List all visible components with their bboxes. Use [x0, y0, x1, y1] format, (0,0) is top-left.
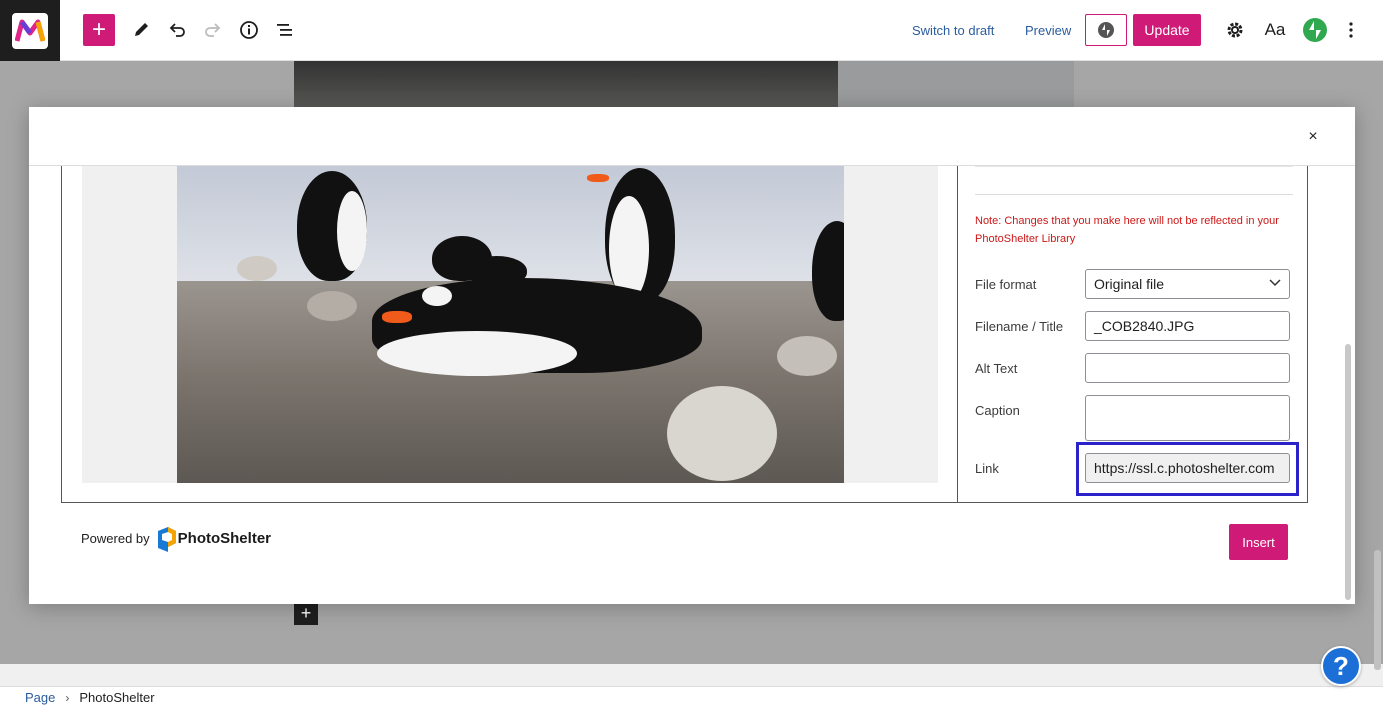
powered-by-text: Powered by: [81, 530, 150, 546]
file-format-value: Original file: [1094, 276, 1165, 292]
preview-button[interactable]: Preview: [1025, 14, 1071, 46]
jetpack-button[interactable]: [1085, 14, 1127, 46]
link-label: Link: [975, 461, 999, 476]
image-preview-pane: [62, 166, 958, 502]
image-preview-background: [82, 166, 938, 483]
modal-scrollbar[interactable]: [1343, 166, 1354, 604]
breadcrumb: Page › PhotoShelter: [0, 686, 1383, 708]
settings-gear-icon[interactable]: [1219, 14, 1251, 46]
file-format-select[interactable]: Original file: [1085, 269, 1290, 299]
modal-header: ×: [29, 107, 1355, 166]
list-view-icon[interactable]: [269, 14, 301, 46]
link-input[interactable]: https://ssl.c.photoshelter.com: [1085, 453, 1290, 483]
library-note: Note: Changes that you make here will no…: [975, 215, 1279, 245]
penguin-photo: [177, 166, 844, 483]
powered-by: Powered by PhotoShelter: [81, 525, 271, 552]
jetpack-green-icon[interactable]: [1299, 14, 1331, 46]
chevron-down-icon: [1269, 278, 1281, 290]
insert-button[interactable]: Insert: [1229, 524, 1288, 560]
photoshelter-modal: × Note: Changes that you make here will …: [29, 107, 1355, 604]
editor-footer-band: [0, 664, 1383, 686]
breadcrumb-photoshelter[interactable]: PhotoShelter: [79, 690, 154, 705]
breadcrumb-separator: ›: [65, 690, 70, 705]
photoshelter-mark-icon: [156, 525, 176, 552]
caption-label: Caption: [975, 403, 1020, 418]
alt-text-input[interactable]: [1085, 353, 1290, 383]
help-button[interactable]: ?: [1321, 646, 1361, 686]
update-button[interactable]: Update: [1133, 14, 1201, 46]
site-logo[interactable]: [0, 0, 60, 61]
m-logo-icon: [12, 12, 48, 49]
filename-label: Filename / Title: [975, 319, 1064, 334]
more-options-icon[interactable]: [1335, 14, 1367, 46]
switch-to-draft-button[interactable]: Switch to draft: [912, 14, 994, 46]
typography-button[interactable]: Aa: [1259, 14, 1291, 46]
modal-scroll-thumb[interactable]: [1345, 344, 1351, 600]
alt-text-label: Alt Text: [975, 361, 1018, 376]
info-icon[interactable]: [233, 14, 265, 46]
image-settings-pane: Note: Changes that you make here will no…: [959, 166, 1307, 502]
file-format-label: File format: [975, 277, 1037, 292]
photoshelter-logo: PhotoShelter: [156, 525, 271, 552]
inline-add-block-icon[interactable]: +: [294, 601, 318, 625]
add-block-button[interactable]: +: [83, 14, 115, 46]
breadcrumb-page[interactable]: Page: [25, 690, 55, 705]
undo-icon[interactable]: [161, 14, 193, 46]
redo-icon[interactable]: [197, 14, 229, 46]
filename-input[interactable]: _COB2840.JPG: [1085, 311, 1290, 341]
modal-content: Note: Changes that you make here will no…: [61, 166, 1308, 503]
caption-textarea[interactable]: [1085, 395, 1290, 441]
close-icon[interactable]: ×: [1301, 125, 1325, 149]
edit-pencil-icon[interactable]: [125, 14, 157, 46]
editor-toolbar: + Switch to draft Preview Update Aa: [0, 0, 1383, 61]
photoshelter-wordmark: PhotoShelter: [177, 529, 271, 547]
jetpack-icon: [1098, 22, 1114, 38]
page-scrollbar[interactable]: [1374, 550, 1381, 670]
